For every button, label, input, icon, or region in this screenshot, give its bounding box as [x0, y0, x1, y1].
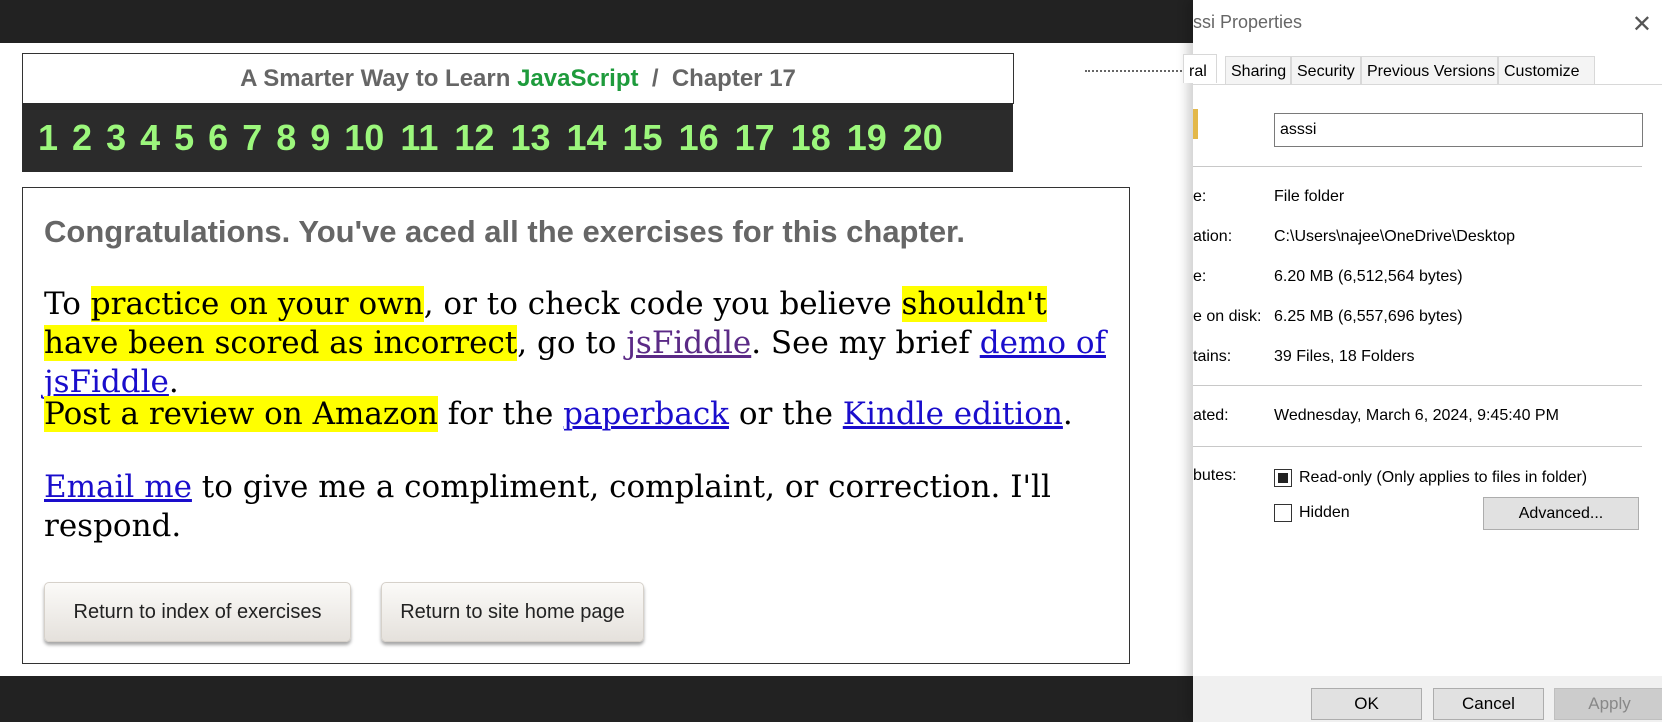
chapter-nav: 1 2 3 4 5 6 7 8 9 10 11 12 13 14 15 16 17 18 19 20: [22, 103, 1013, 172]
content-panel: Congratulations. You've aced all the exe…: [22, 187, 1130, 664]
bottom-bar: [0, 676, 1193, 722]
page-header: A Smarter Way to Learn JavaScript / Chap…: [22, 53, 1014, 104]
practice-paragraph: To practice on your own, or to check cod…: [44, 285, 1114, 402]
text: , go to: [517, 325, 627, 361]
contains-label: tains:: [1193, 348, 1232, 365]
size-label: e:: [1193, 268, 1207, 285]
chapter-link-6[interactable]: 6: [208, 117, 228, 159]
chapter-link-15[interactable]: 15: [623, 117, 663, 159]
hidden-label: Hidden: [1299, 504, 1350, 521]
congrats-heading: Congratulations. You've aced all the exe…: [44, 214, 966, 249]
paperback-link[interactable]: paperback: [563, 396, 729, 432]
review-paragraph: Post a review on Amazon for the paperbac…: [44, 395, 1114, 434]
divider: [1193, 446, 1642, 447]
divider: [1193, 385, 1642, 386]
chapter-link-12[interactable]: 12: [454, 117, 494, 159]
text: or the: [728, 396, 843, 432]
text: , or to check code you believe: [423, 286, 902, 322]
hidden-checkbox[interactable]: [1274, 504, 1292, 522]
location-label: ation:: [1193, 228, 1233, 245]
attributes-label: butes:: [1193, 467, 1237, 484]
chapter-link-8[interactable]: 8: [276, 117, 296, 159]
chapter-link-7[interactable]: 7: [242, 117, 262, 159]
chapter-link-17[interactable]: 17: [735, 117, 775, 159]
apply-button[interactable]: Apply: [1554, 688, 1662, 720]
focus-dots: [1085, 70, 1190, 84]
title-chapter: Chapter 17: [671, 65, 796, 92]
size-value: 6.20 MB (6,512,564 bytes): [1274, 268, 1463, 285]
dialog-title: ssi Properties: [1193, 12, 1303, 32]
chapter-link-18[interactable]: 18: [791, 117, 831, 159]
email-me-link[interactable]: Email me: [44, 469, 192, 505]
ok-button[interactable]: OK: [1311, 688, 1422, 720]
readonly-checkbox[interactable]: [1274, 469, 1292, 487]
type-label: e:: [1193, 188, 1207, 205]
title-separator: /: [651, 65, 659, 92]
location-value: C:\Users\najee\OneDrive\Desktop: [1274, 228, 1515, 245]
chapter-link-14[interactable]: 14: [566, 117, 606, 159]
general-panel: e: File folder ation: C:\Users\najee\One…: [1193, 85, 1662, 675]
tab-sharing[interactable]: Sharing: [1225, 56, 1291, 84]
contains-value: 39 Files, 18 Folders: [1274, 348, 1415, 365]
folder-name-input[interactable]: [1274, 113, 1643, 147]
highlight-text: Post a review on Amazon: [44, 396, 438, 432]
type-value: File folder: [1274, 188, 1345, 205]
size-on-disk-value: 6.25 MB (6,557,696 bytes): [1274, 308, 1463, 325]
return-index-button[interactable]: Return to index of exercises: [44, 582, 351, 642]
text: for the: [437, 396, 564, 432]
chapter-link-19[interactable]: 19: [847, 117, 887, 159]
top-bar: [0, 0, 1193, 43]
dialog-footer: OK Cancel Apply: [1193, 676, 1662, 722]
chapter-link-4[interactable]: 4: [140, 117, 160, 159]
tab-general[interactable]: ral: [1183, 54, 1217, 83]
highlight-text: practice on your own: [90, 286, 424, 322]
created-label: ated:: [1193, 407, 1229, 424]
properties-dialog: ssi Properties ✕ ral Sharing Security Pr…: [1183, 0, 1662, 722]
text: To: [44, 286, 91, 322]
chapter-link-5[interactable]: 5: [174, 117, 194, 159]
chapter-link-13[interactable]: 13: [510, 117, 550, 159]
size-on-disk-label: e on disk:: [1193, 308, 1262, 325]
folder-icon: [1193, 109, 1198, 139]
title-javascript: JavaScript: [517, 65, 639, 92]
divider: [1193, 166, 1642, 167]
chapter-link-11[interactable]: 11: [400, 117, 438, 159]
tab-previous-versions[interactable]: Previous Versions: [1361, 56, 1498, 84]
chapter-link-1[interactable]: 1: [38, 117, 58, 159]
close-icon[interactable]: ✕: [1632, 10, 1652, 39]
created-value: Wednesday, March 6, 2024, 9:45:40 PM: [1274, 407, 1559, 424]
tab-customize[interactable]: Customize: [1498, 56, 1595, 84]
page-title: A Smarter Way to Learn JavaScript / Chap…: [240, 65, 796, 92]
chapter-link-9[interactable]: 9: [310, 117, 330, 159]
advanced-button[interactable]: Advanced...: [1483, 497, 1639, 530]
web-page: A Smarter Way to Learn JavaScript / Chap…: [0, 0, 1193, 722]
return-home-button[interactable]: Return to site home page: [381, 582, 644, 642]
email-paragraph: Email me to give me a compliment, compla…: [44, 468, 1114, 546]
chapter-link-10[interactable]: 10: [344, 117, 384, 159]
dialog-tabs: ral Sharing Security Previous Versions C…: [1183, 54, 1662, 85]
text: to give me a compliment, complaint, or c…: [44, 469, 1051, 544]
tab-security[interactable]: Security: [1291, 56, 1361, 84]
text: .: [1062, 396, 1073, 432]
cancel-button[interactable]: Cancel: [1433, 688, 1544, 720]
title-prefix: A Smarter Way to Learn: [240, 65, 511, 92]
kindle-edition-link[interactable]: Kindle edition: [843, 396, 1063, 432]
readonly-label: Read-only (Only applies to files in fold…: [1299, 469, 1588, 486]
chapter-link-2[interactable]: 2: [72, 117, 92, 159]
chapter-link-16[interactable]: 16: [679, 117, 719, 159]
chapter-link-20[interactable]: 20: [903, 117, 943, 159]
chapter-link-3[interactable]: 3: [106, 117, 126, 159]
text: . See my brief: [751, 325, 980, 361]
jsfiddle-link[interactable]: jsFiddle: [626, 325, 751, 361]
